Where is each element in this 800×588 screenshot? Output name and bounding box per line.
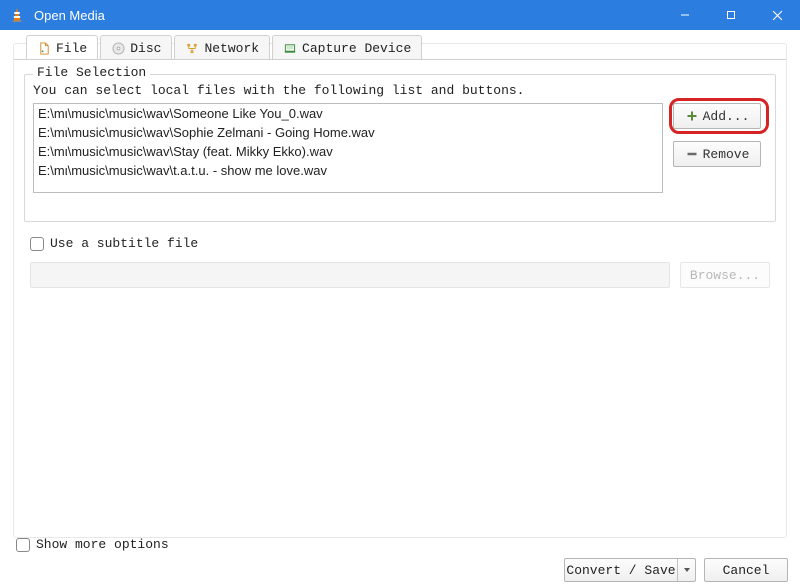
tab-file[interactable]: File — [26, 35, 98, 60]
subtitle-row: Use a subtitle file — [30, 236, 770, 251]
tab-network[interactable]: Network — [174, 35, 270, 60]
convert-dropdown-arrow[interactable] — [677, 559, 695, 581]
tab-file-label: File — [56, 41, 87, 56]
minimize-button[interactable] — [662, 0, 708, 30]
browse-button-label: Browse... — [690, 268, 760, 283]
maximize-button[interactable] — [708, 0, 754, 30]
cancel-button-label: Cancel — [723, 563, 770, 578]
tab-bar: File Disc Network Capture Device — [26, 35, 424, 60]
list-item[interactable]: E:\mι\music\music\wav\Sophie Zelmani - G… — [34, 123, 662, 142]
list-item[interactable]: E:\mι\music\music\wav\t.a.t.u. - show me… — [34, 161, 662, 180]
tab-capture-label: Capture Device — [302, 41, 411, 56]
list-item[interactable]: E:\mι\music\music\wav\Someone Like You_0… — [34, 104, 662, 123]
title-bar: Open Media — [0, 0, 800, 30]
plus-icon — [685, 109, 699, 123]
disc-icon — [111, 41, 125, 55]
tab-disc-label: Disc — [130, 41, 161, 56]
subtitle-checkbox[interactable] — [30, 237, 44, 251]
more-options-label: Show more options — [36, 537, 169, 552]
convert-save-button[interactable]: Convert / Save — [564, 558, 696, 582]
tab-network-label: Network — [204, 41, 259, 56]
file-selection-desc: You can select local files with the foll… — [33, 83, 524, 98]
capture-icon — [283, 41, 297, 55]
file-selection-group: File Selection You can select local file… — [24, 74, 776, 222]
remove-button-label: Remove — [703, 147, 750, 162]
remove-button[interactable]: Remove — [673, 141, 761, 167]
browse-button: Browse... — [680, 262, 770, 288]
file-icon — [37, 41, 51, 55]
tab-capture[interactable]: Capture Device — [272, 35, 422, 60]
add-button[interactable]: Add... — [673, 103, 761, 129]
file-selection-title: File Selection — [33, 65, 150, 80]
tab-underline — [14, 59, 786, 60]
add-button-label: Add... — [703, 109, 750, 124]
close-button[interactable] — [754, 0, 800, 30]
file-list[interactable]: E:\mι\music\music\wav\Someone Like You_0… — [33, 103, 663, 193]
more-options-row: Show more options — [16, 537, 169, 552]
window-title: Open Media — [34, 8, 105, 23]
convert-save-label: Convert / Save — [565, 563, 677, 578]
network-icon — [185, 41, 199, 55]
subtitle-path-field — [30, 262, 670, 288]
more-options-checkbox[interactable] — [16, 538, 30, 552]
subtitle-checkbox-label: Use a subtitle file — [50, 236, 198, 251]
cancel-button[interactable]: Cancel — [704, 558, 788, 582]
tab-disc[interactable]: Disc — [100, 35, 172, 60]
minus-icon — [685, 147, 699, 161]
list-item[interactable]: E:\mι\music\music\wav\Stay (feat. Mikky … — [34, 142, 662, 161]
bottom-button-row: Convert / Save Cancel — [564, 558, 788, 582]
vlc-cone-icon — [8, 6, 26, 24]
